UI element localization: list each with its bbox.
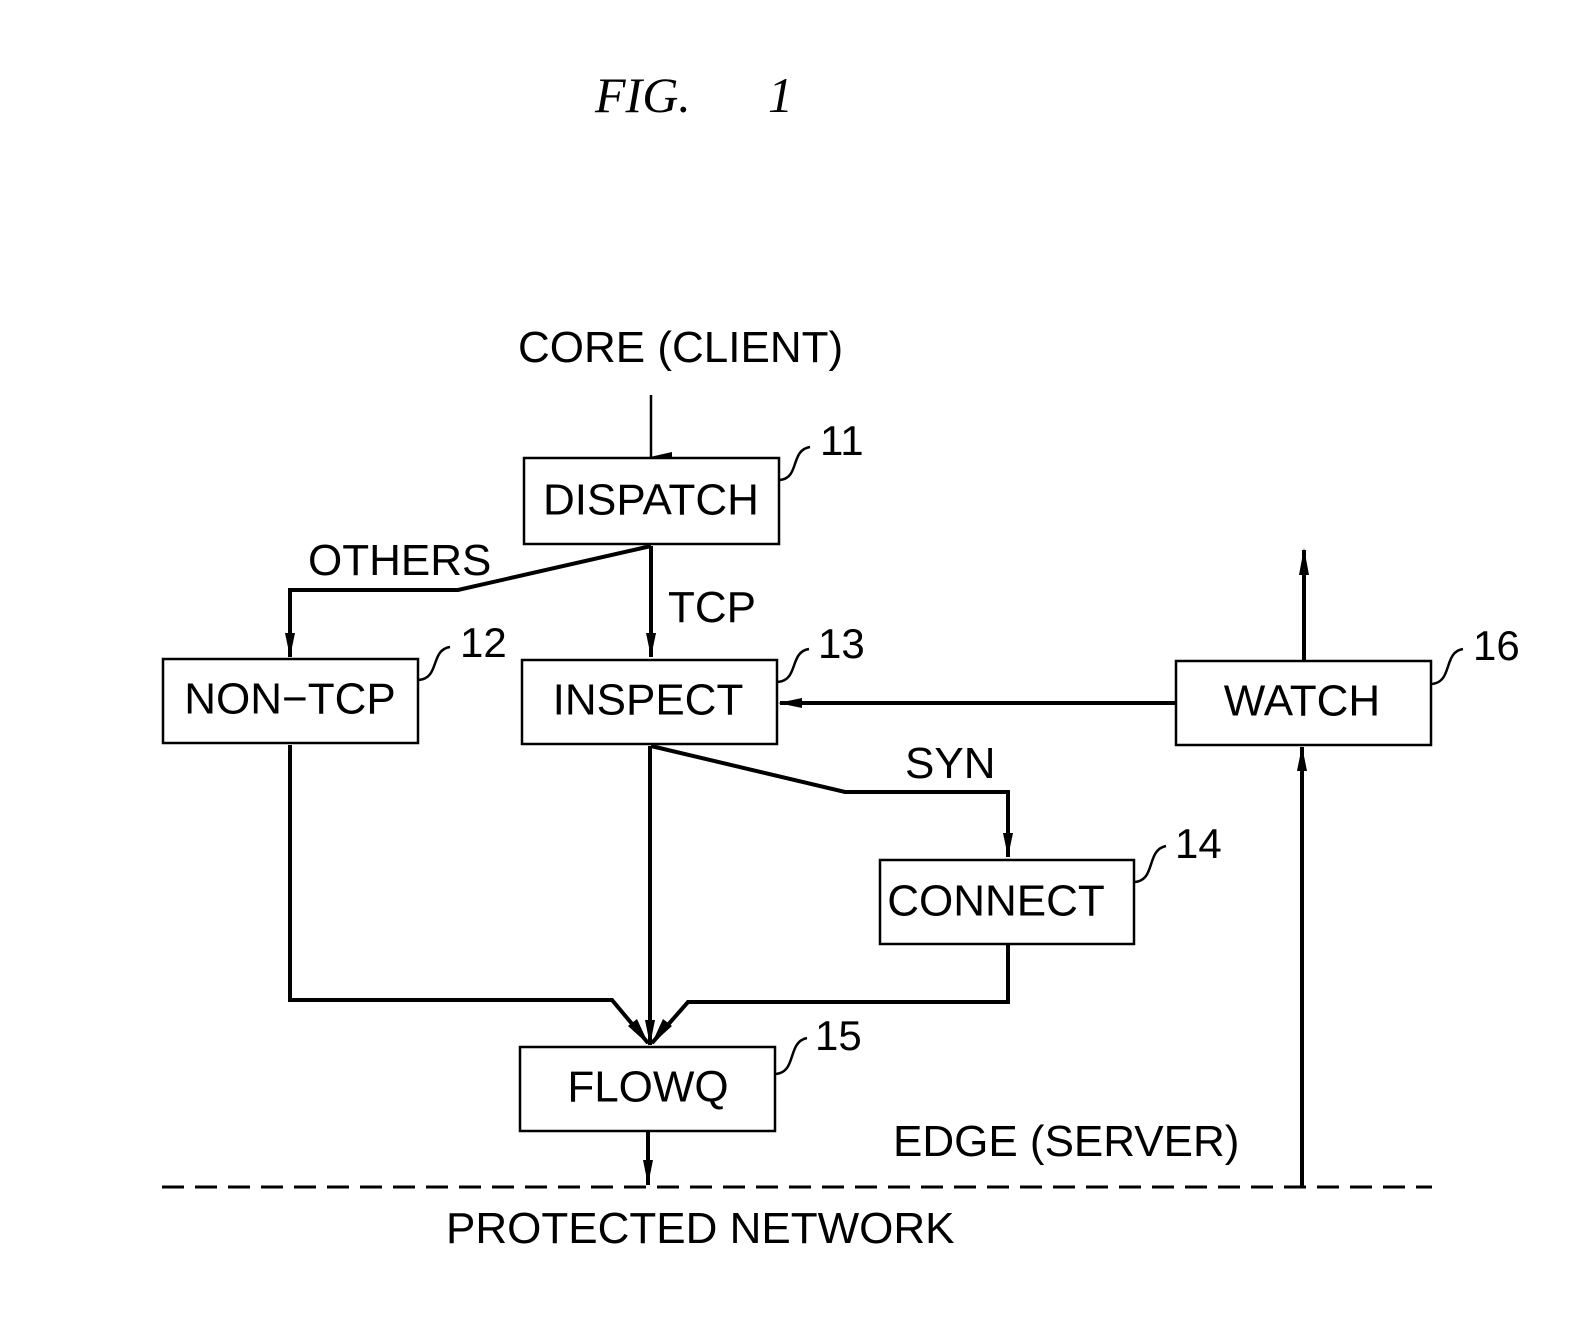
connect-ref-number: 14 <box>1175 820 1222 867</box>
dispatch-ref-number: 11 <box>820 417 864 464</box>
arrowhead-inspect <box>646 633 656 657</box>
non-tcp-leader-line <box>418 645 451 682</box>
arrowhead-watch-up <box>1299 548 1309 575</box>
edge-server-label: EDGE (SERVER) <box>893 1117 1239 1166</box>
arrowhead-edge-watch <box>1297 746 1307 771</box>
connectors <box>162 395 1432 1189</box>
tcp-label: TCP <box>668 583 756 632</box>
non-tcp-ref-number: 12 <box>460 619 507 666</box>
arrowhead-non-tcp <box>285 633 295 657</box>
figure-number: 1 <box>768 67 793 123</box>
block-watch: WATCH 16 <box>1174 622 1520 747</box>
flowq-label: FLOWQ <box>567 1063 728 1112</box>
inspect-label: INSPECT <box>553 676 744 725</box>
arrow-non-tcp-to-flowq <box>288 745 650 1045</box>
dispatch-leader-line <box>779 445 811 482</box>
arrowhead-network <box>643 1160 653 1185</box>
watch-label: WATCH <box>1224 677 1380 726</box>
syn-label: SYN <box>905 739 995 788</box>
watch-ref-number: 16 <box>1473 622 1520 669</box>
flow-diagram: FIG. 1 CORE (CLIENT) OTHERS TCP SYN EDGE… <box>161 67 1520 1253</box>
block-flowq: FLOWQ 15 <box>518 1012 862 1133</box>
flowq-ref-number: 15 <box>815 1012 862 1059</box>
figure-title: FIG. <box>594 67 691 123</box>
block-inspect: INSPECT 13 <box>520 620 865 746</box>
flowq-leader-line <box>775 1036 808 1076</box>
non-tcp-label: NON−TCP <box>184 675 395 724</box>
core-client-label: CORE (CLIENT) <box>518 323 843 372</box>
inspect-ref-number: 13 <box>818 620 865 667</box>
dispatch-label: DISPATCH <box>543 476 759 525</box>
arrowhead-connect <box>1003 833 1013 857</box>
arrowhead-watch-inspect <box>778 698 802 708</box>
block-non-tcp: NON−TCP 12 <box>161 619 507 745</box>
others-label: OTHERS <box>308 536 491 585</box>
watch-leader-line <box>1431 647 1464 686</box>
inspect-leader-line <box>777 647 810 684</box>
block-connect: CONNECT 14 <box>878 820 1222 946</box>
connect-label: CONNECT <box>887 877 1105 926</box>
protected-network-label: PROTECTED NETWORK <box>446 1204 954 1253</box>
block-dispatch: DISPATCH 11 <box>522 417 864 546</box>
connect-leader-line <box>1134 844 1167 884</box>
